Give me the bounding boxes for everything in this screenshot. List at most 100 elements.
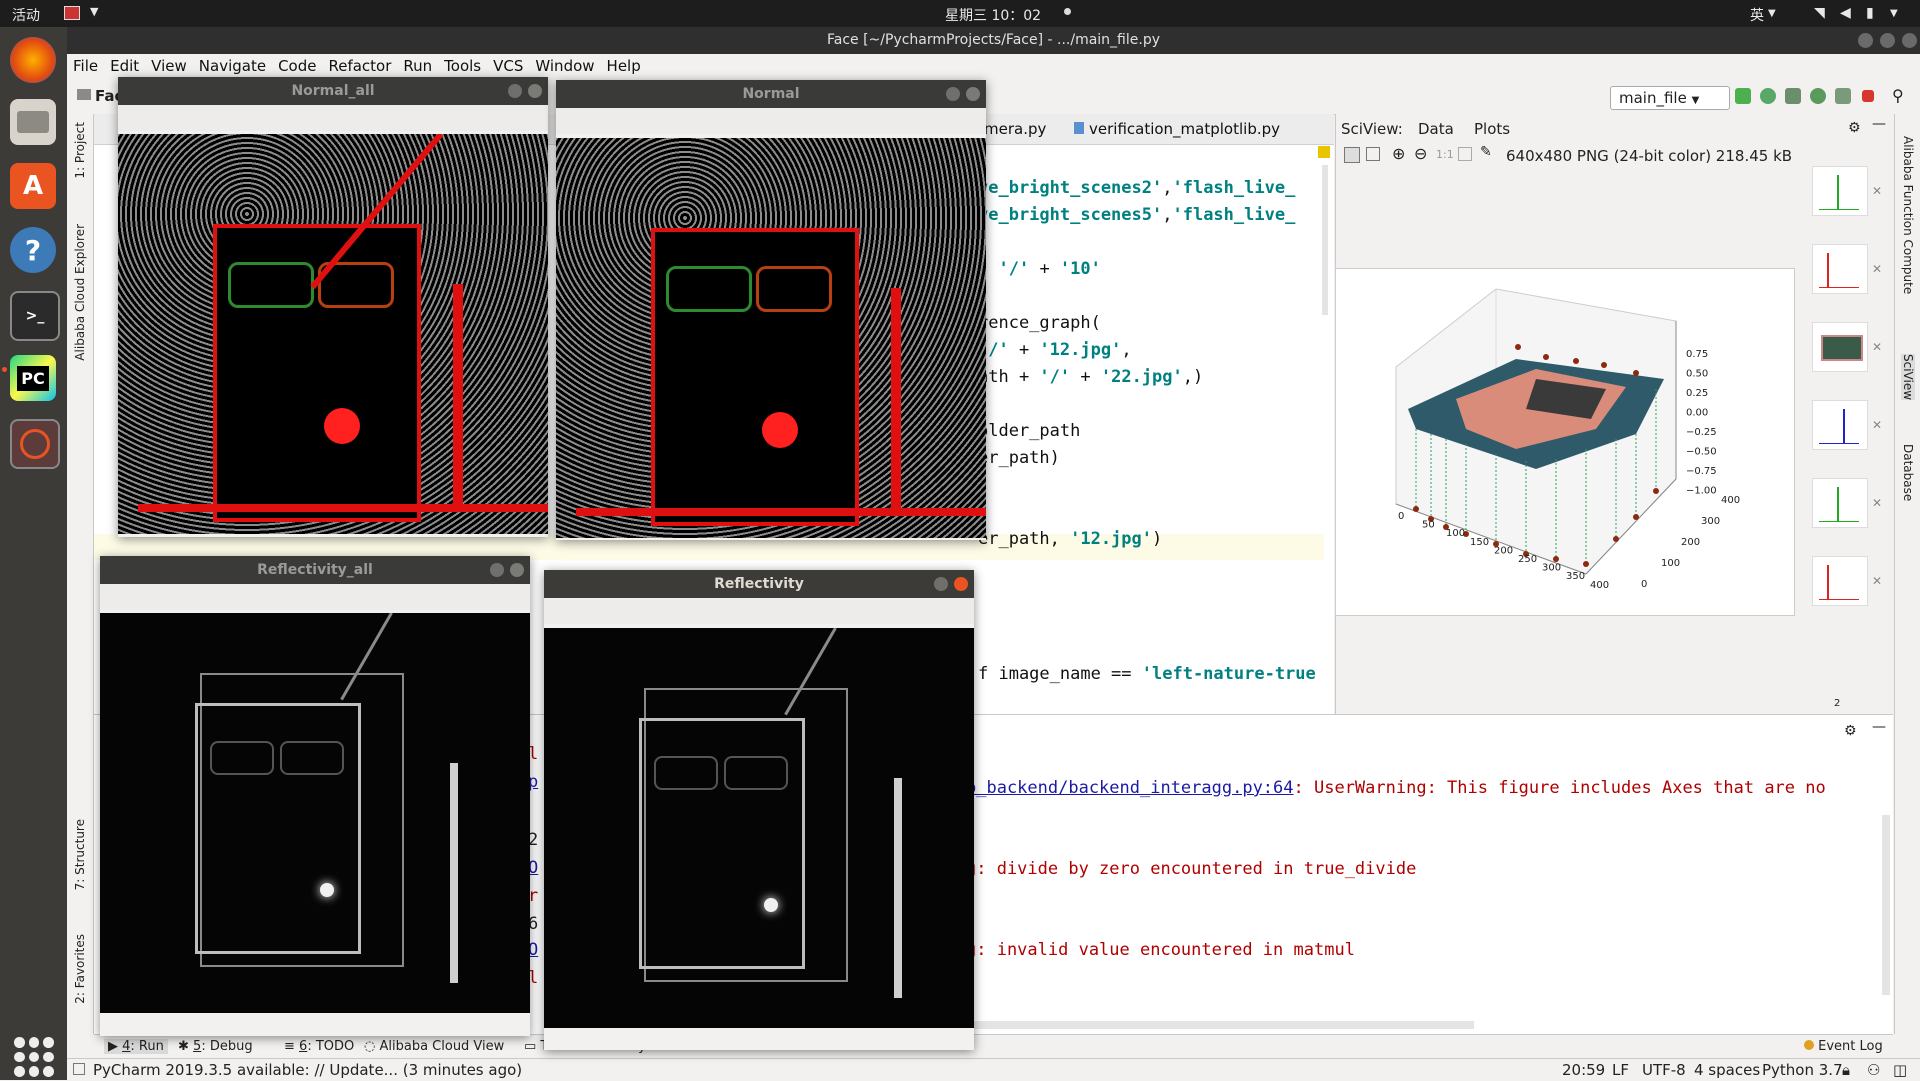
- chevron-down-icon[interactable]: ▼: [1768, 8, 1776, 19]
- tool-tab-run[interactable]: ▶ 4: Run: [104, 1039, 168, 1054]
- menu-file[interactable]: File: [73, 54, 98, 79]
- minimize-button[interactable]: [508, 84, 522, 98]
- file-manager-icon[interactable]: [10, 99, 56, 145]
- close-thumbnail-icon[interactable]: ✕: [1872, 184, 1882, 198]
- system-menu-chevron-icon[interactable]: ▼: [1890, 8, 1898, 19]
- pycharm-icon[interactable]: PC: [10, 355, 56, 401]
- tool-window-sciview[interactable]: SciView: [1901, 354, 1915, 401]
- close-thumbnail-icon[interactable]: ✕: [1872, 418, 1882, 432]
- tool-tab-debug[interactable]: ✱ 5: Debug: [178, 1039, 253, 1054]
- indent-setting[interactable]: 4 spaces: [1694, 1061, 1760, 1079]
- menu-help[interactable]: Help: [607, 54, 641, 79]
- zoom-in-icon[interactable]: ⊕: [1392, 144, 1405, 163]
- maximize-button[interactable]: [1880, 33, 1895, 48]
- plot-thumbnail[interactable]: [1812, 556, 1868, 606]
- tool-window-database[interactable]: Database: [1901, 444, 1915, 501]
- close-button[interactable]: [954, 577, 968, 591]
- menu-vcs[interactable]: VCS: [493, 54, 523, 79]
- app-indicator-icon[interactable]: [64, 6, 80, 20]
- settings-gear-icon[interactable]: ⚙: [1848, 120, 1861, 136]
- plot-thumbnail[interactable]: [1812, 478, 1868, 528]
- minimize-button[interactable]: [490, 563, 504, 577]
- close-thumbnail-icon[interactable]: ✕: [1872, 262, 1882, 276]
- plot-thumbnail[interactable]: [1812, 166, 1868, 216]
- firefox-icon[interactable]: [10, 37, 56, 83]
- fit-zoom-icon[interactable]: [1344, 147, 1360, 163]
- window-reflectivity[interactable]: Reflectivity: [544, 570, 974, 1050]
- coverage-icon[interactable]: [1785, 88, 1801, 104]
- python-interpreter[interactable]: Python 3.7: [1762, 1061, 1843, 1079]
- app-blocked-icon[interactable]: [10, 419, 60, 469]
- terminal-icon[interactable]: >_: [10, 291, 60, 341]
- profile-icon[interactable]: [1810, 88, 1826, 104]
- rerun-icon[interactable]: [1735, 88, 1751, 104]
- settings-gear-icon[interactable]: ⚙: [1844, 723, 1857, 739]
- menu-refactor[interactable]: Refactor: [328, 54, 391, 79]
- lock-icon[interactable]: 🔒︎: [1842, 1061, 1850, 1079]
- activities-button[interactable]: 活动: [12, 5, 40, 25]
- clock[interactable]: 星期三 10：02: [945, 5, 1041, 25]
- menu-run[interactable]: Run: [403, 54, 432, 79]
- menu-code[interactable]: Code: [278, 54, 316, 79]
- volume-icon[interactable]: ◀: [1840, 5, 1851, 21]
- minimize-button[interactable]: [1858, 33, 1873, 48]
- inspection-warning-icon[interactable]: [1318, 146, 1330, 158]
- tool-window-project[interactable]: 1: Project: [73, 122, 87, 179]
- status-toggle-icon[interactable]: [73, 1063, 85, 1075]
- zoom-out-icon[interactable]: ⊖: [1414, 144, 1427, 163]
- wifi-icon[interactable]: ◥: [1814, 5, 1825, 21]
- plot-thumbnail[interactable]: [1812, 322, 1868, 372]
- output-scrollbar[interactable]: [1882, 815, 1890, 995]
- menu-navigate[interactable]: Navigate: [199, 54, 266, 79]
- battery-icon[interactable]: ▮: [1866, 5, 1874, 21]
- tool-window-alibaba-explorer[interactable]: Alibaba Cloud Explorer: [73, 224, 87, 361]
- tab-verification-matplotlib[interactable]: verification_matplotlib.py: [1074, 120, 1280, 138]
- plot-thumbnail[interactable]: [1812, 244, 1868, 294]
- actual-size-button[interactable]: 1:1: [1436, 148, 1454, 161]
- window-normal[interactable]: Normal: [556, 80, 986, 540]
- line-separator[interactable]: LF: [1612, 1061, 1629, 1079]
- menu-edit[interactable]: Edit: [110, 54, 139, 79]
- menu-tools[interactable]: Tools: [444, 54, 481, 79]
- debug-icon[interactable]: [1760, 88, 1776, 104]
- event-log-button[interactable]: Event Log: [1804, 1039, 1883, 1054]
- help-icon[interactable]: ?: [10, 227, 56, 273]
- window-normal-all[interactable]: Normal_all: [118, 77, 548, 537]
- close-button[interactable]: [528, 84, 542, 98]
- file-encoding[interactable]: UTF-8: [1642, 1061, 1686, 1079]
- menu-view[interactable]: View: [151, 54, 187, 79]
- concurrency-icon[interactable]: [1835, 88, 1851, 104]
- color-picker-icon[interactable]: ✎: [1480, 144, 1492, 160]
- tab-data[interactable]: Data: [1418, 120, 1454, 138]
- editor-scrollbar[interactable]: [1322, 165, 1328, 315]
- grid-icon[interactable]: [1366, 147, 1380, 161]
- close-button[interactable]: [966, 87, 980, 101]
- close-thumbnail-icon[interactable]: ✕: [1872, 340, 1882, 354]
- tab-plots[interactable]: Plots: [1474, 120, 1510, 138]
- source-link[interactable]: b_backend/backend_interagg.py:64: [966, 778, 1294, 798]
- close-button[interactable]: [510, 563, 524, 577]
- close-thumbnail-icon[interactable]: ✕: [1872, 574, 1882, 588]
- inspector-icon[interactable]: ⚇: [1867, 1061, 1880, 1079]
- plot-thumbnail[interactable]: [1812, 400, 1868, 450]
- window-reflectivity-titlebar[interactable]: Reflectivity: [544, 570, 974, 598]
- notifications-icon[interactable]: ◫: [1893, 1061, 1907, 1079]
- tool-window-favorites[interactable]: 2: Favorites: [73, 934, 87, 1004]
- window-reflectivity-all-titlebar[interactable]: Reflectivity_all: [100, 556, 530, 584]
- background-icon[interactable]: [1458, 147, 1472, 161]
- caret-position[interactable]: 20:59: [1562, 1061, 1605, 1079]
- input-method-indicator[interactable]: 英: [1750, 5, 1764, 25]
- software-center-icon[interactable]: A: [10, 163, 56, 209]
- tool-tab-alibaba-cloud-view[interactable]: ◌ Alibaba Cloud View: [364, 1039, 504, 1054]
- run-configuration-select[interactable]: main_file ▼: [1610, 86, 1730, 110]
- chevron-down-icon[interactable]: ▼: [90, 5, 98, 18]
- tool-window-function-compute[interactable]: Alibaba Function Compute: [1901, 136, 1915, 294]
- tool-window-structure[interactable]: 7: Structure: [73, 819, 87, 890]
- show-applications-icon[interactable]: [14, 1037, 54, 1077]
- status-message[interactable]: PyCharm 2019.3.5 available: // Update...…: [93, 1061, 522, 1079]
- tool-tab-todo[interactable]: ≡ 6: TODO: [284, 1039, 354, 1054]
- minimize-button[interactable]: [946, 87, 960, 101]
- window-normal-titlebar[interactable]: Normal: [556, 80, 986, 108]
- output-hscrollbar[interactable]: [954, 1021, 1474, 1029]
- close-thumbnail-icon[interactable]: ✕: [1872, 496, 1882, 510]
